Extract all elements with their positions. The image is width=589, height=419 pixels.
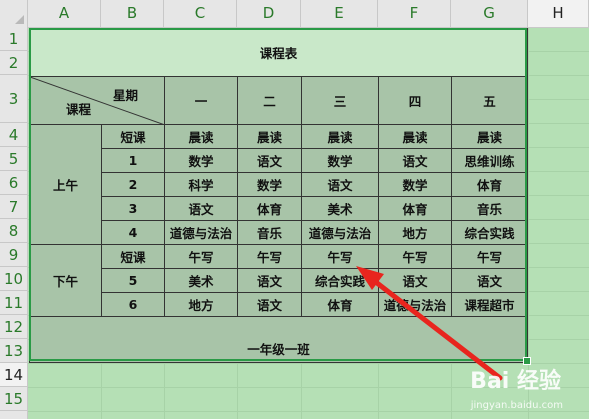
- timetable: 课程表 星期 课程 一 二 三 四 五 上午 短课 晨读 晨读 晨读 晨读 晨读…: [29, 28, 528, 363]
- column-header-h[interactable]: H: [528, 0, 589, 27]
- row-header-13[interactable]: 13: [0, 339, 27, 363]
- row-header-14[interactable]: 14: [0, 363, 27, 387]
- schedule-cell[interactable]: 午写: [301, 244, 379, 269]
- schedule-cell[interactable]: 综合实践: [451, 220, 528, 245]
- day-header[interactable]: 四: [378, 76, 452, 125]
- morning-label[interactable]: 上午: [29, 124, 102, 245]
- diagonal-line: [30, 77, 163, 124]
- day-header[interactable]: 五: [451, 76, 528, 125]
- schedule-cell[interactable]: 数学: [378, 172, 452, 197]
- diagonal-header-cell[interactable]: 星期 课程: [29, 76, 165, 125]
- schedule-cell[interactable]: 综合实践: [301, 268, 379, 293]
- schedule-cell[interactable]: 午写: [451, 244, 528, 269]
- schedule-cell[interactable]: 思维训练: [451, 148, 528, 173]
- column-header-d[interactable]: D: [237, 0, 301, 27]
- schedule-cell[interactable]: 语文: [301, 172, 379, 197]
- column-header-c[interactable]: C: [164, 0, 237, 27]
- column-header-g[interactable]: G: [451, 0, 528, 27]
- row-header-12[interactable]: 12: [0, 315, 27, 339]
- row-header-8[interactable]: 8: [0, 219, 27, 243]
- row-header-bar: 1 2 3 4 5 6 7 8 9 10 11 12 13 14 15: [0, 27, 28, 419]
- schedule-cell[interactable]: 数学: [164, 148, 238, 173]
- row-header-2[interactable]: 2: [0, 51, 27, 75]
- schedule-cell[interactable]: 音乐: [237, 220, 302, 245]
- row-header-1[interactable]: 1: [0, 27, 27, 51]
- schedule-cell[interactable]: 午写: [164, 244, 238, 269]
- schedule-cell[interactable]: 语文: [378, 268, 452, 293]
- schedule-cell[interactable]: 道德与法治: [164, 220, 238, 245]
- class-name-footer[interactable]: 一年级一班: [29, 316, 528, 363]
- row-header-4[interactable]: 4: [0, 123, 27, 147]
- period-label[interactable]: 4: [101, 220, 165, 245]
- spreadsheet: A B C D E F G H 1 2 3 4 5 6 7 8 9 10 11 …: [0, 0, 589, 419]
- schedule-cell[interactable]: 数学: [301, 148, 379, 173]
- schedule-cell[interactable]: 晨读: [164, 124, 238, 149]
- schedule-cell[interactable]: 晨读: [451, 124, 528, 149]
- afternoon-label[interactable]: 下午: [29, 244, 102, 317]
- schedule-cell[interactable]: 体育: [237, 196, 302, 221]
- period-label[interactable]: 5: [101, 268, 165, 293]
- schedule-cell[interactable]: 体育: [301, 292, 379, 317]
- watermark-logo: Bai 经验: [470, 369, 561, 394]
- schedule-cell[interactable]: 体育: [451, 172, 528, 197]
- row-header-5[interactable]: 5: [0, 147, 27, 171]
- schedule-cell[interactable]: 晨读: [301, 124, 379, 149]
- period-label[interactable]: 2: [101, 172, 165, 197]
- select-all-corner[interactable]: [0, 0, 28, 27]
- day-header[interactable]: 二: [237, 76, 302, 125]
- column-header-f[interactable]: F: [378, 0, 451, 27]
- schedule-cell[interactable]: 语文: [237, 268, 302, 293]
- schedule-cell[interactable]: 道德与法治: [378, 292, 452, 317]
- schedule-cell[interactable]: 晨读: [378, 124, 452, 149]
- schedule-cell[interactable]: 科学: [164, 172, 238, 197]
- schedule-cell[interactable]: 课程超市: [451, 292, 528, 317]
- schedule-cell[interactable]: 美术: [301, 196, 379, 221]
- day-header[interactable]: 三: [301, 76, 379, 125]
- schedule-cell[interactable]: 数学: [237, 172, 302, 197]
- schedule-cell[interactable]: 语文: [164, 196, 238, 221]
- schedule-cell[interactable]: 地方: [164, 292, 238, 317]
- row-header-11[interactable]: 11: [0, 291, 27, 315]
- schedule-cell[interactable]: 音乐: [451, 196, 528, 221]
- row-header-3[interactable]: 3: [0, 75, 27, 123]
- row-header-7[interactable]: 7: [0, 195, 27, 219]
- diag-bottom-label: 课程: [66, 102, 92, 117]
- schedule-cell[interactable]: 午写: [378, 244, 452, 269]
- row-header-10[interactable]: 10: [0, 267, 27, 291]
- timetable-title[interactable]: 课程表: [29, 28, 528, 77]
- period-label[interactable]: 6: [101, 292, 165, 317]
- schedule-cell[interactable]: 地方: [378, 220, 452, 245]
- schedule-cell[interactable]: 道德与法治: [301, 220, 379, 245]
- column-header-b[interactable]: B: [101, 0, 164, 27]
- schedule-cell[interactable]: 午写: [237, 244, 302, 269]
- schedule-cell[interactable]: 语文: [451, 268, 528, 293]
- period-label[interactable]: 短课: [101, 124, 165, 149]
- schedule-cell[interactable]: 美术: [164, 268, 238, 293]
- schedule-cell[interactable]: 体育: [378, 196, 452, 221]
- schedule-cell[interactable]: 语文: [237, 292, 302, 317]
- row-header-15[interactable]: 15: [0, 387, 27, 411]
- diag-top-label: 星期: [112, 88, 138, 103]
- row-header-9[interactable]: 9: [0, 243, 27, 267]
- period-label[interactable]: 3: [101, 196, 165, 221]
- period-label[interactable]: 短课: [101, 244, 165, 269]
- column-header-a[interactable]: A: [28, 0, 101, 27]
- schedule-cell[interactable]: 晨读: [237, 124, 302, 149]
- watermark-url: jingyan.baidu.com: [470, 400, 563, 411]
- row-header-6[interactable]: 6: [0, 171, 27, 195]
- schedule-cell[interactable]: 语文: [378, 148, 452, 173]
- column-header-e[interactable]: E: [301, 0, 378, 27]
- schedule-cell[interactable]: 语文: [237, 148, 302, 173]
- gridline-h: [28, 411, 589, 412]
- column-header-bar: A B C D E F G H: [0, 0, 589, 28]
- period-label[interactable]: 1: [101, 148, 165, 173]
- day-header[interactable]: 一: [164, 76, 238, 125]
